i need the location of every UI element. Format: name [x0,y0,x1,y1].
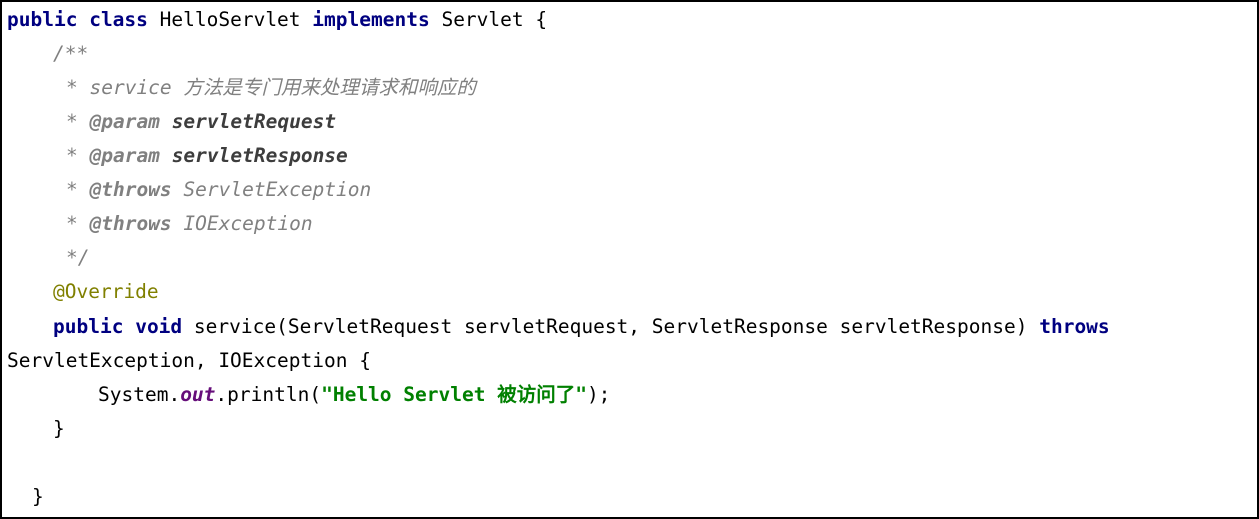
javadoc-tag-param: @param [89,110,160,133]
keyword-public: public [7,8,78,31]
string-literal: "Hello Servlet 被访问了" [321,383,587,406]
method-closing-brace: } [53,417,65,440]
javadoc-exception-name: ServletException [183,178,372,201]
static-field-out: out [180,383,216,406]
keyword-implements: implements [312,8,430,31]
javadoc-param-name: servletRequest [171,110,337,133]
code-block: public class HelloServlet implements Ser… [0,0,1259,519]
comment-star: * [66,110,90,133]
class-closing-brace: } [32,485,44,508]
javadoc-exception-name: IOException [183,212,313,235]
comment-open: /** [53,42,89,65]
method-signature: service(ServletRequest servletRequest, S… [193,315,1028,338]
comment-star: * [66,212,90,235]
code-line-class-declaration: public class HelloServlet implements Ser… [7,3,547,37]
class-name: HelloServlet [159,8,301,31]
keyword-void: void [135,315,183,338]
comment-description: * service 方法是专门用来处理请求和响应的 [66,76,476,99]
javadoc-param-name: servletResponse [171,144,348,167]
system-class: System. [98,383,181,406]
comment-throws-servlet-exception: * @throws ServletException [66,173,371,207]
comment-star: * [66,144,90,167]
interface-name: Servlet { [441,8,548,31]
javadoc-tag-throws: @throws [89,178,172,201]
comment-star: * [66,178,90,201]
comment-param-response: * @param servletResponse [66,139,348,173]
comment-close: */ [66,246,90,269]
comment-throws-io-exception: * @throws IOException [66,207,313,241]
javadoc-tag-param: @param [89,144,160,167]
println-call: .println( [215,383,322,406]
code-line-method-signature: public void service(ServletRequest servl… [53,310,1110,344]
keyword-throws: throws [1039,315,1110,338]
call-close: ); [586,383,611,406]
javadoc-tag-throws: @throws [89,212,172,235]
override-annotation: @Override [53,280,159,303]
comment-param-request: * @param servletRequest [66,105,336,139]
code-line-throws-list: ServletException, IOException { [7,349,371,372]
keyword-class: class [89,8,148,31]
code-line-println: System.out.println("Hello Servlet 被访问了")… [98,378,610,412]
keyword-public: public [53,315,124,338]
